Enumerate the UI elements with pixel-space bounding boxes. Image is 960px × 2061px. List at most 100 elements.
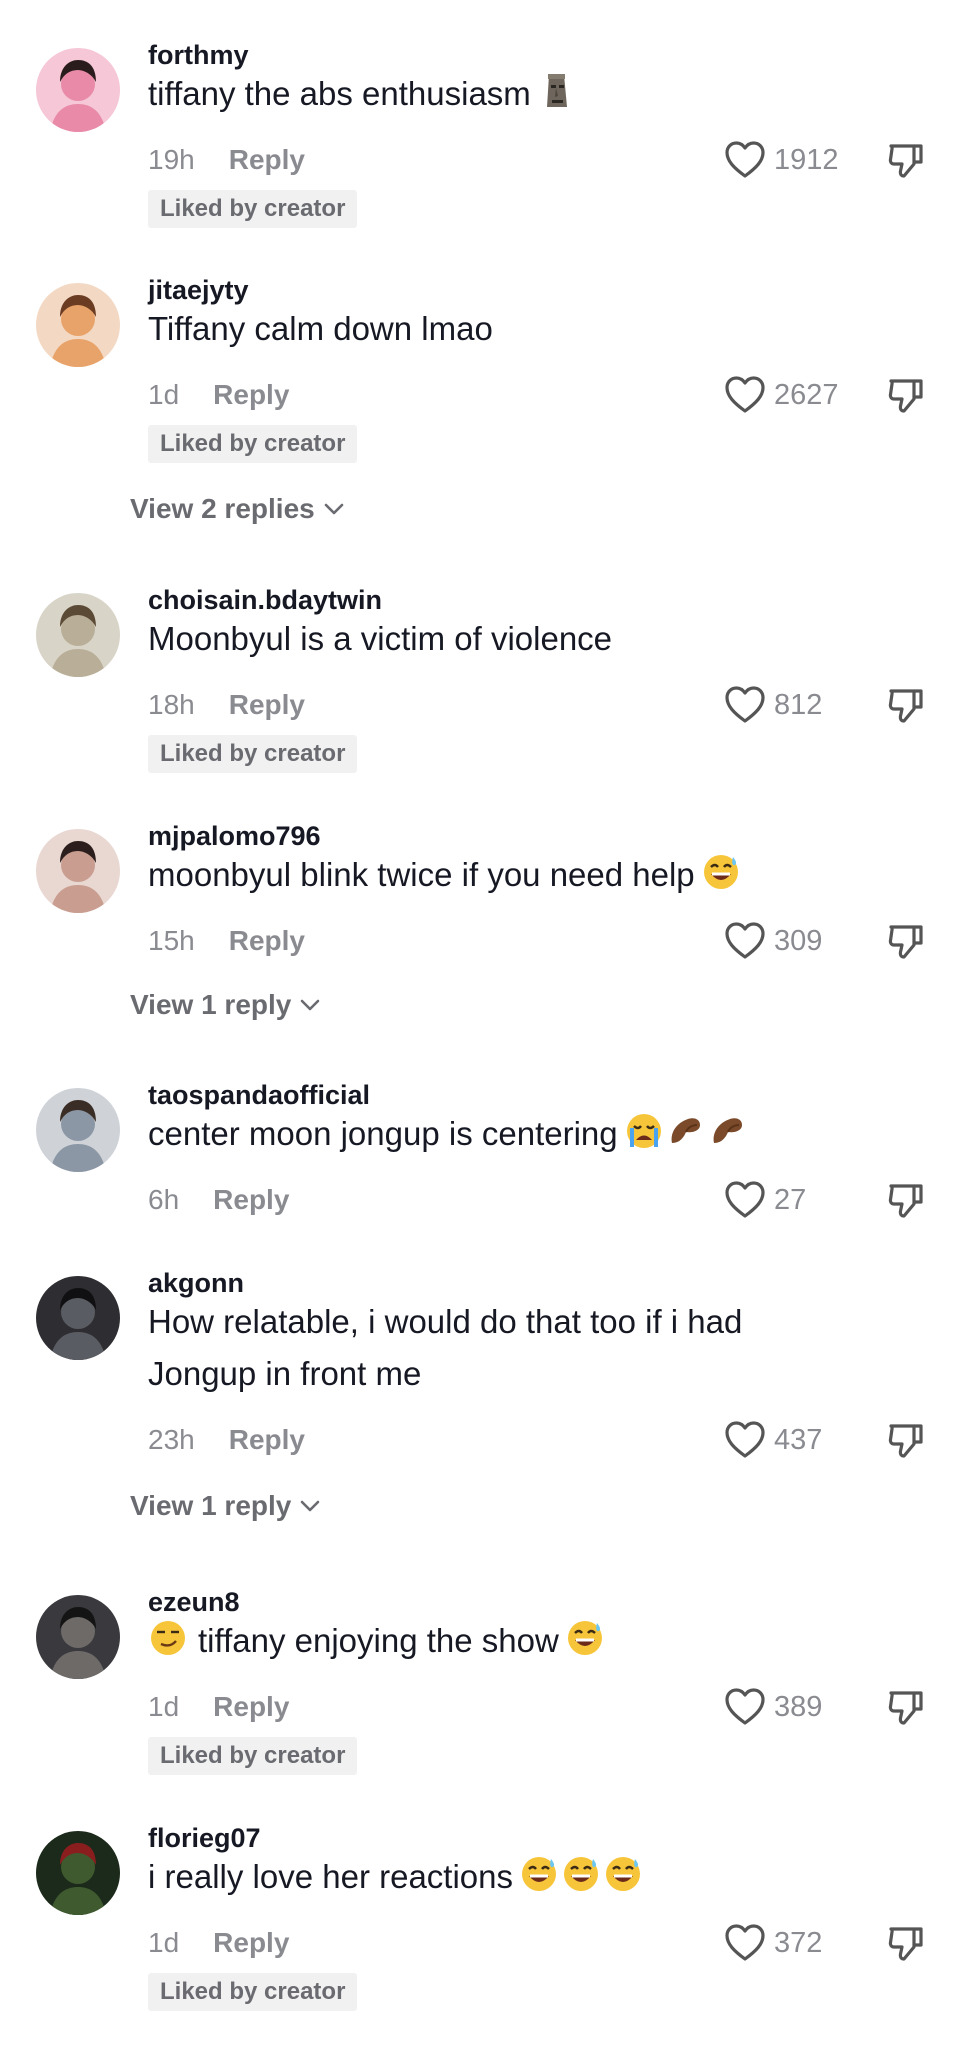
like-button[interactable]: 309 [724, 921, 822, 961]
smirk-emoji-icon [148, 1618, 188, 1658]
view-replies-button[interactable]: View 1 reply [130, 1490, 321, 1522]
liked-by-creator-badge: Liked by creator [148, 190, 358, 228]
comment-time: 1d [148, 1927, 180, 1958]
comment-meta: 23h Reply [148, 1424, 305, 1456]
comment-username[interactable]: florieg07 [148, 1823, 261, 1854]
chevron-down-icon [291, 1499, 321, 1513]
pinch-emoji-icon [708, 1111, 748, 1151]
comment-time: 1d [148, 379, 180, 410]
grin-sweat-emoji-icon [701, 852, 741, 892]
comment-text: How relatable, i would do that too if i … [148, 1303, 743, 1340]
comment-meta: 1d Reply [148, 1691, 289, 1723]
liked-by-creator-badge: Liked by creator [148, 425, 358, 463]
like-count: 437 [774, 1423, 823, 1456]
comment-meta: 6h Reply [148, 1184, 289, 1216]
reply-button[interactable]: Reply [213, 1927, 289, 1959]
comment-text: center moon jongup is centering [148, 1115, 618, 1152]
like-count: 812 [774, 688, 823, 721]
comment-text-line: moonbyul blink twice if you need help [148, 849, 828, 901]
like-count: 389 [774, 1690, 823, 1723]
comment-username[interactable]: taospandaofficial [148, 1080, 370, 1111]
like-button[interactable]: 1912 [724, 140, 839, 180]
comment-text-line: tiffany the abs enthusiasm [148, 68, 828, 120]
heart-icon [724, 921, 766, 961]
comment-text: i really love her reactions [148, 1858, 513, 1895]
thumbs-down-icon [886, 1687, 926, 1727]
like-button[interactable]: 27 [724, 1180, 806, 1220]
liked-by-creator-badge: Liked by creator [148, 735, 358, 773]
comment-username[interactable]: mjpalomo796 [148, 821, 321, 852]
dislike-button[interactable] [886, 1923, 926, 1963]
avatar[interactable] [36, 593, 120, 677]
dislike-button[interactable] [886, 1420, 926, 1460]
heart-icon [724, 685, 766, 725]
reply-button[interactable]: Reply [229, 925, 305, 957]
like-button[interactable]: 812 [724, 685, 822, 725]
dislike-button[interactable] [886, 685, 926, 725]
comment-text-line: How relatable, i would do that too if i … [148, 1296, 828, 1348]
reply-button[interactable]: Reply [229, 689, 305, 721]
dislike-button[interactable] [886, 921, 926, 961]
comment-username[interactable]: akgonn [148, 1268, 244, 1299]
dislike-button[interactable] [886, 1180, 926, 1220]
like-count: 309 [774, 924, 823, 957]
reply-button[interactable]: Reply [213, 379, 289, 411]
comment-text: Jongup in front me [148, 1355, 422, 1392]
thumbs-down-icon [886, 1420, 926, 1460]
chevron-down-icon [315, 502, 345, 516]
reply-button[interactable]: Reply [213, 1691, 289, 1723]
like-count: 27 [774, 1183, 807, 1216]
heart-icon [724, 1420, 766, 1460]
avatar[interactable] [36, 1595, 120, 1679]
comment-text-line: center moon jongup is centering [148, 1108, 828, 1160]
comment-time: 1d [148, 1691, 180, 1722]
avatar[interactable] [36, 1088, 120, 1172]
comment-text: moonbyul blink twice if you need help [148, 856, 695, 893]
avatar[interactable] [36, 1276, 120, 1360]
view-replies-button[interactable]: View 1 reply [130, 989, 321, 1021]
like-button[interactable]: 437 [724, 1420, 822, 1460]
crying-emoji-icon [624, 1111, 664, 1151]
heart-icon [724, 1923, 766, 1963]
comment-text: tiffany the abs enthusiasm [148, 75, 531, 112]
comment-text-line: Moonbyul is a victim of violence [148, 613, 828, 665]
comment-text: tiffany enjoying the show [198, 1622, 559, 1659]
heart-icon [724, 140, 766, 180]
comment-text-line: i really love her reactions [148, 1851, 828, 1903]
like-count: 372 [774, 1926, 823, 1959]
comment-text-line: Jongup in front me [148, 1348, 828, 1400]
liked-by-creator-badge: Liked by creator [148, 1973, 358, 2011]
comment-username[interactable]: choisain.bdaytwin [148, 585, 382, 616]
dislike-button[interactable] [886, 140, 926, 180]
thumbs-down-icon [886, 1180, 926, 1220]
dislike-button[interactable] [886, 375, 926, 415]
thumbs-down-icon [886, 685, 926, 725]
like-button[interactable]: 2627 [724, 375, 839, 415]
pinch-emoji-icon [666, 1111, 706, 1151]
comment-meta: 18h Reply [148, 689, 305, 721]
grin-sweat-emoji-icon [603, 1854, 643, 1894]
comment-time: 18h [148, 689, 195, 720]
comment-meta: 1d Reply [148, 379, 289, 411]
comment-time: 6h [148, 1184, 180, 1215]
reply-button[interactable]: Reply [229, 144, 305, 176]
avatar[interactable] [36, 829, 120, 913]
reply-button[interactable]: Reply [213, 1184, 289, 1216]
view-replies-button[interactable]: View 2 replies [130, 493, 345, 525]
comment-text: Moonbyul is a victim of violence [148, 620, 613, 657]
comment-meta: 19h Reply [148, 144, 305, 176]
comment-username[interactable]: ezeun8 [148, 1587, 240, 1618]
dislike-button[interactable] [886, 1687, 926, 1727]
avatar[interactable] [36, 283, 120, 367]
moai-emoji-icon [537, 71, 577, 111]
like-button[interactable]: 389 [724, 1687, 822, 1727]
reply-button[interactable]: Reply [229, 1424, 305, 1456]
avatar[interactable] [36, 48, 120, 132]
comment-text-line: tiffany enjoying the show [148, 1615, 828, 1667]
like-button[interactable]: 372 [724, 1923, 822, 1963]
avatar[interactable] [36, 1831, 120, 1915]
comment-username[interactable]: jitaejyty [148, 275, 249, 306]
like-count: 1912 [774, 143, 839, 176]
comment-username[interactable]: forthmy [148, 40, 249, 71]
comment-meta: 1d Reply [148, 1927, 289, 1959]
